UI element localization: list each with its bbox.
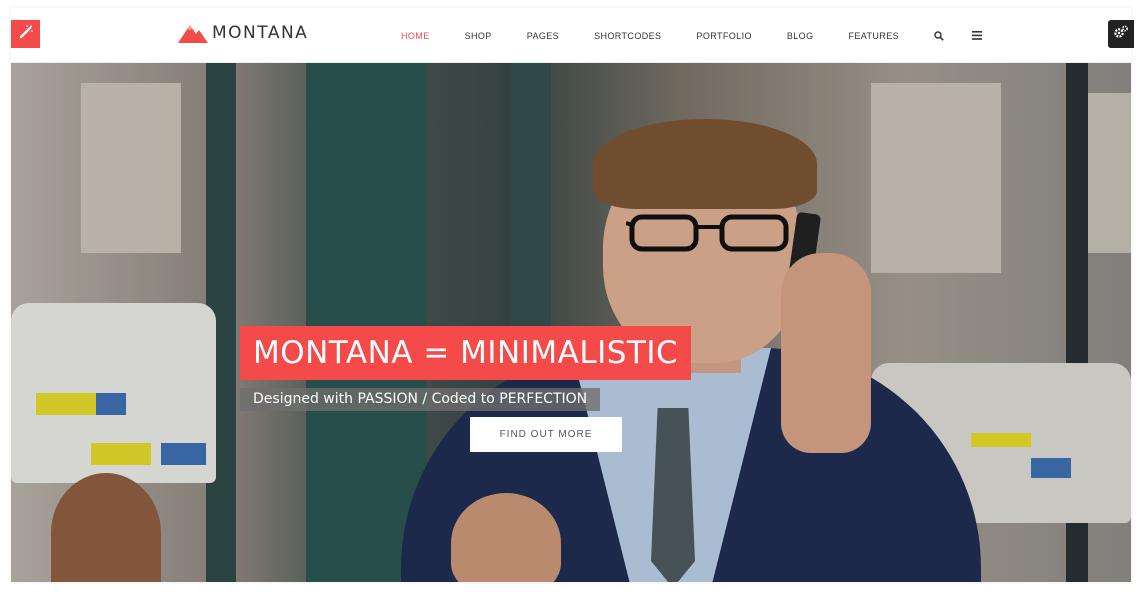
search-icon[interactable] [934, 30, 944, 41]
nav-pages[interactable]: PAGES [527, 31, 559, 41]
nav-home[interactable]: HOME [401, 31, 430, 41]
nav-features[interactable]: FEATURES [848, 31, 899, 41]
main-nav: HOME SHOP PAGES SHORTCODES PORTFOLIO BLO… [401, 8, 1010, 63]
magic-wand-tab[interactable] [11, 20, 40, 48]
hero-banner: MONTANA = MINIMALISTIC Designed with PAS… [11, 63, 1131, 582]
magic-wand-icon [18, 24, 34, 45]
settings-tab[interactable] [1108, 20, 1134, 48]
find-out-more-button[interactable]: FIND OUT MORE [470, 417, 622, 452]
nav-blog[interactable]: BLOG [787, 31, 814, 41]
nav-portfolio[interactable]: PORTFOLIO [696, 31, 751, 41]
site-header: MONTANA HOME SHOP PAGES SHORTCODES PORTF… [11, 8, 1131, 63]
page-frame: MONTANA HOME SHOP PAGES SHORTCODES PORTF… [11, 8, 1131, 582]
mountain-logo-icon [178, 23, 208, 43]
nav-shop[interactable]: SHOP [465, 31, 492, 41]
gears-icon [1113, 24, 1129, 45]
menu-icon[interactable] [972, 31, 983, 40]
site-logo[interactable]: MONTANA [178, 23, 308, 43]
logo-text: MONTANA [212, 23, 309, 43]
hero-subtitle: Designed with PASSION / Coded to PERFECT… [240, 388, 601, 411]
nav-shortcodes[interactable]: SHORTCODES [594, 31, 661, 41]
hero-title: MONTANA = MINIMALISTIC [240, 326, 692, 380]
